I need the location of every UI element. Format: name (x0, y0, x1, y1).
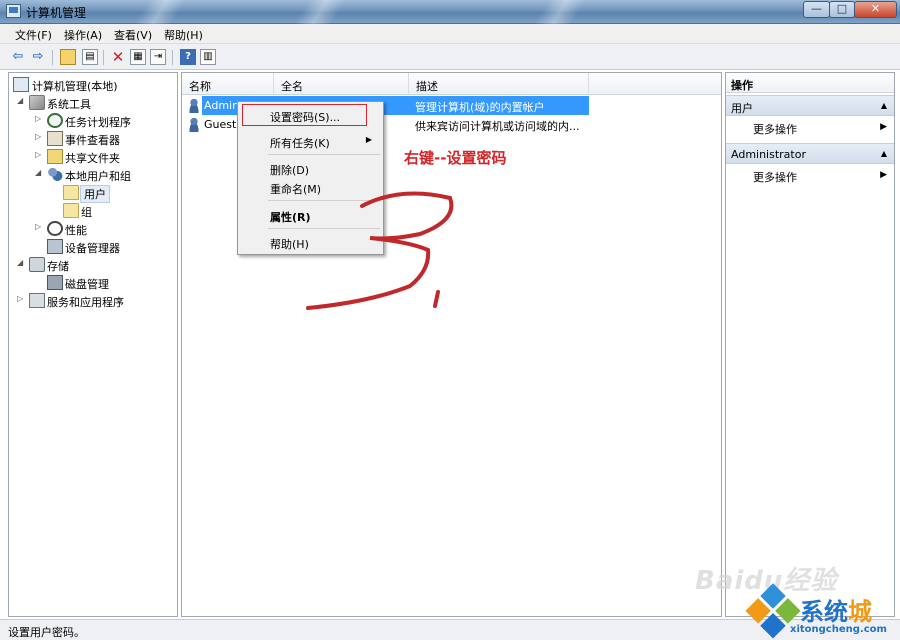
user-icon (187, 117, 201, 132)
maximize-button[interactable]: □ (829, 1, 855, 18)
site-name-main: 系统 (800, 598, 848, 626)
tree-label: 磁盘管理 (65, 278, 109, 291)
help-icon[interactable]: ? (180, 49, 196, 65)
annotation-highlight-box (242, 104, 367, 126)
tools-icon (29, 95, 45, 110)
shared-folder-icon (47, 149, 63, 164)
console-tree[interactable]: 计算机管理(本地) ◢ 系统工具 ▷ 任务计划程序 ▷ 事件查看器 ▷ 共享文件… (8, 72, 178, 617)
toolbar: ⇦ ⇨ ▤ ✕ ▦ ⇥ ? ▥ (0, 44, 900, 70)
collapse-toggle[interactable]: ◢ (17, 96, 27, 105)
collapse-caret-icon[interactable]: ▲ (881, 101, 887, 110)
folder-icon (63, 185, 79, 200)
computer-icon (13, 77, 29, 92)
column-header-description[interactable]: 描述 (409, 73, 589, 95)
annotation-number-3 (306, 191, 454, 310)
tree-label: 设备管理器 (65, 242, 120, 255)
window-title: 计算机管理 (26, 6, 87, 20)
expand-toggle[interactable]: ▷ (35, 222, 45, 231)
site-watermark: 系统城 (800, 592, 872, 627)
services-icon (29, 293, 45, 308)
user-icon (187, 98, 201, 113)
disk-icon (47, 275, 63, 290)
minimize-button[interactable]: — (803, 1, 830, 18)
collapse-toggle[interactable]: ◢ (35, 168, 45, 177)
expand-toggle[interactable]: ▷ (17, 294, 27, 303)
tree-label: 本地用户和组 (65, 170, 131, 183)
actions-more-actions-administrator[interactable]: 更多操作 ▶ (753, 169, 893, 187)
tree-label: 计算机管理(本地) (32, 80, 118, 93)
section-label: Administrator (731, 148, 806, 161)
expand-toggle[interactable]: ▷ (35, 132, 45, 141)
show-hide-action-pane-icon[interactable]: ▥ (200, 49, 216, 65)
users-groups-icon (47, 167, 63, 182)
actions-title: 操作 (726, 73, 894, 93)
back-icon[interactable]: ⇦ (10, 49, 26, 65)
expand-toggle[interactable]: ▷ (35, 150, 45, 159)
collapse-toggle[interactable]: ◢ (17, 258, 27, 267)
submenu-arrow-icon: ▶ (365, 135, 372, 144)
section-label: 用户 (731, 102, 753, 115)
title-bar-decoration (520, 0, 600, 24)
tree-label: 用户 (80, 185, 110, 203)
cell-description: 管理计算机(域)的内置帐户 (409, 96, 589, 115)
delete-icon[interactable]: ✕ (110, 49, 126, 65)
performance-icon (47, 221, 63, 236)
action-label: 更多操作 (753, 123, 797, 136)
menu-item-label: 所有任务(K) (270, 137, 330, 150)
tree-label: 性能 (65, 224, 87, 237)
clock-icon (47, 113, 63, 128)
menu-separator (268, 154, 380, 155)
toolbar-separator (172, 50, 173, 65)
list-header: 名称 全名 描述 (182, 73, 721, 95)
tree-label: 存储 (47, 260, 69, 273)
title-bar[interactable]: 计算机管理 — □ ✕ (0, 0, 900, 24)
column-header-full-name[interactable]: 全名 (274, 73, 409, 95)
forward-icon[interactable]: ⇨ (30, 49, 46, 65)
menu-file[interactable]: 文件(F) (15, 27, 52, 43)
tree-label: 事件查看器 (65, 134, 120, 147)
annotation-text: 右键--设置密码 (404, 149, 507, 167)
menu-item-delete[interactable]: 删除(D) (240, 158, 381, 178)
actions-pane: 操作 用户 ▲ 更多操作 ▶ Administrator ▲ 更多操作 ▶ (725, 72, 895, 617)
site-name-accent: 城 (848, 598, 872, 626)
tree-label: 共享文件夹 (65, 152, 120, 165)
title-bar-decoration (120, 0, 200, 24)
export-icon[interactable]: ⇥ (150, 49, 166, 65)
tree-label: 服务和应用程序 (47, 296, 124, 309)
column-header-name[interactable]: 名称 (182, 73, 274, 95)
folder-icon (63, 203, 79, 218)
actions-section-administrator[interactable]: Administrator ▲ (726, 143, 894, 164)
event-viewer-icon (47, 131, 63, 146)
storage-icon (29, 257, 45, 272)
menu-action[interactable]: 操作(A) (64, 27, 102, 43)
up-icon[interactable] (60, 49, 76, 65)
computer-management-icon (6, 4, 21, 18)
collapse-caret-icon[interactable]: ▲ (881, 149, 887, 158)
submenu-arrow-icon: ▶ (880, 122, 887, 132)
show-hide-tree-icon[interactable]: ▤ (82, 49, 98, 65)
actions-more-actions-users[interactable]: 更多操作 ▶ (753, 121, 893, 139)
submenu-arrow-icon: ▶ (880, 170, 887, 180)
tree-label: 任务计划程序 (65, 116, 131, 129)
menu-item-all-tasks[interactable]: 所有任务(K) ▶ (240, 131, 381, 151)
menu-bar: 文件(F) 操作(A) 查看(V) 帮助(H) (0, 24, 900, 44)
status-text: 设置用户密码。 (8, 626, 85, 639)
toolbar-separator (52, 50, 53, 65)
menu-view[interactable]: 查看(V) (114, 27, 152, 43)
menu-help[interactable]: 帮助(H) (164, 27, 203, 43)
action-label: 更多操作 (753, 171, 797, 184)
expand-toggle[interactable]: ▷ (35, 114, 45, 123)
toolbar-separator (103, 50, 104, 65)
tree-label: 组 (81, 206, 92, 219)
actions-section-users[interactable]: 用户 ▲ (726, 95, 894, 116)
properties-icon[interactable]: ▦ (130, 49, 146, 65)
close-button[interactable]: ✕ (854, 1, 897, 18)
title-bar-decoration (280, 0, 360, 24)
site-url-watermark: xitongcheng.com (790, 624, 887, 635)
cell-description: 供来宾访问计算机或访问域的内... (415, 120, 580, 133)
device-manager-icon (47, 239, 63, 254)
tree-label: 系统工具 (47, 98, 91, 111)
